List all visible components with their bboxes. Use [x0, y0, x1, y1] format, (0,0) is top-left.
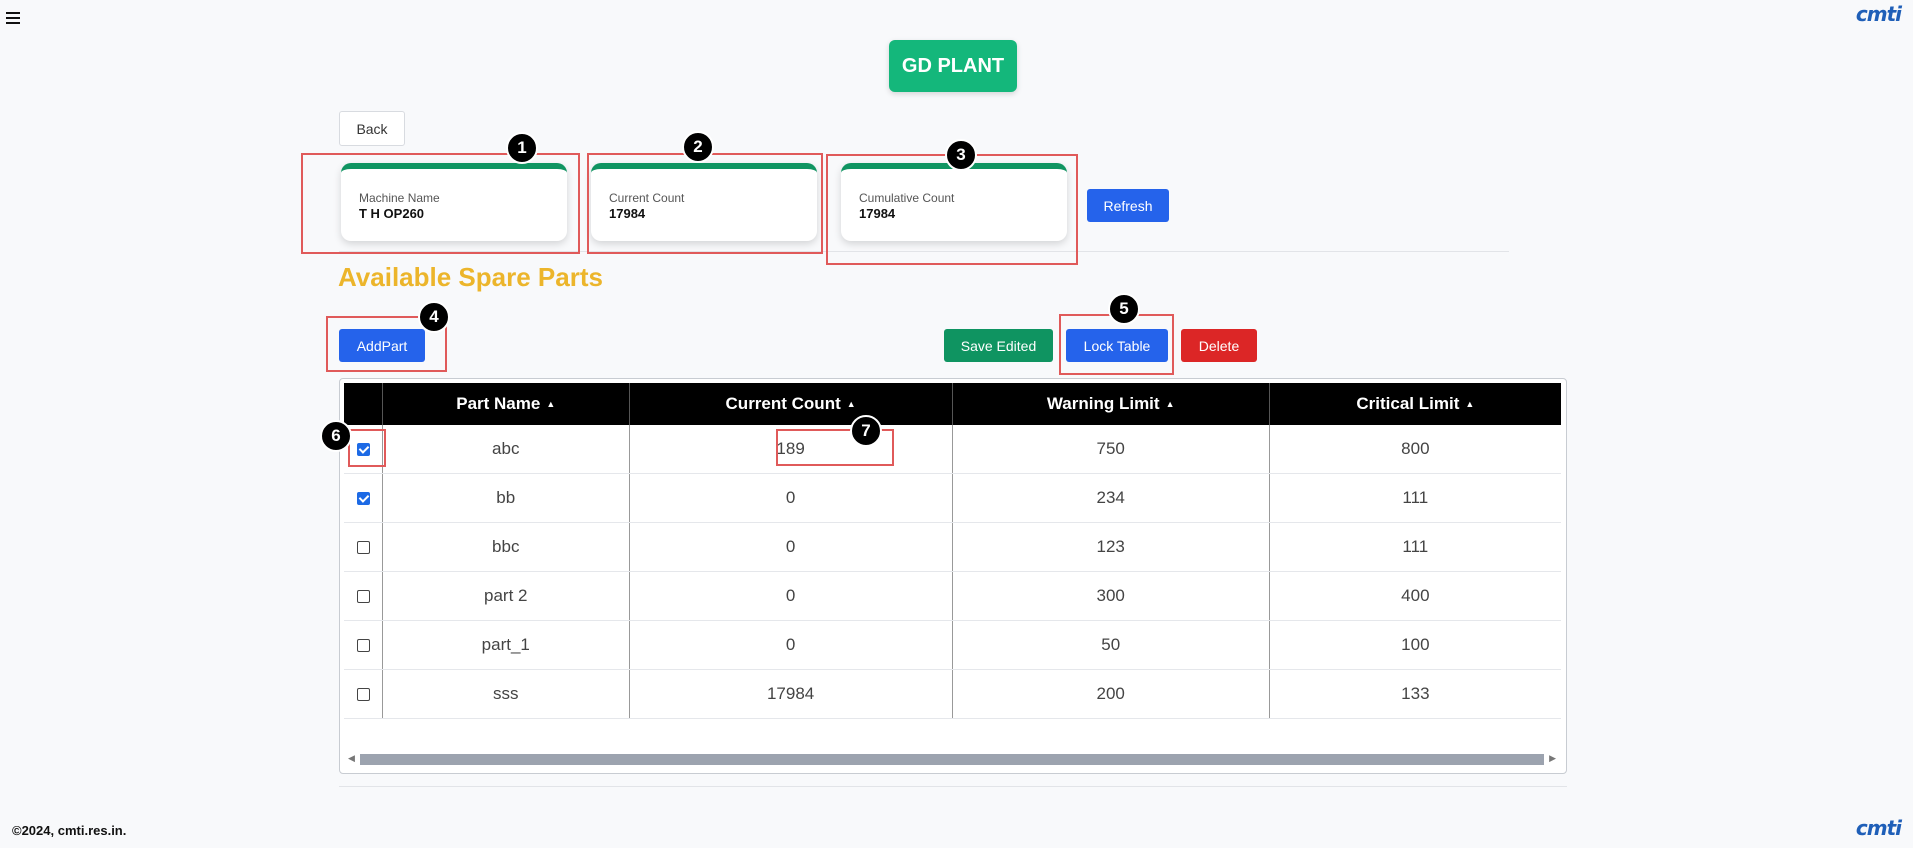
footer-copyright: ©2024, cmti.res.in.: [12, 823, 127, 838]
cell-warning-limit[interactable]: 200: [952, 669, 1270, 719]
row-checkbox[interactable]: [356, 590, 370, 604]
annotation-badge-6: 6: [320, 420, 352, 452]
table-header-row: Part Name ▲ Current Count ▲ Warning Limit ▲…: [344, 383, 1561, 425]
menu-icon[interactable]: [6, 12, 20, 24]
column-header-label: Warning Limit: [1046, 394, 1160, 413]
row-checkbox[interactable]: [356, 492, 370, 506]
cell-critical-limit[interactable]: 800: [1269, 425, 1561, 474]
sort-up-icon[interactable]: ▲: [1465, 399, 1474, 409]
annotation-badge-1: 1: [506, 132, 538, 164]
cell-part-name[interactable]: bbc: [382, 522, 630, 572]
cell-current-count[interactable]: 0: [629, 571, 953, 621]
scroll-left-icon[interactable]: ◀: [348, 753, 355, 764]
cell-warning-limit[interactable]: 50: [952, 620, 1270, 670]
column-header-current-count[interactable]: Current Count ▲: [629, 383, 953, 425]
row-select-cell: [344, 473, 383, 523]
cell-current-count[interactable]: 0: [629, 473, 953, 523]
annotation-box-3: [826, 154, 1078, 265]
row-checkbox[interactable]: [356, 688, 370, 702]
cell-current-count[interactable]: 0: [629, 522, 953, 572]
cell-part-name[interactable]: abc: [382, 425, 630, 474]
scroll-right-icon[interactable]: ▶: [1549, 753, 1556, 764]
annotation-box-6: [348, 429, 386, 467]
refresh-button[interactable]: Refresh: [1087, 189, 1169, 222]
column-header-warning-limit[interactable]: Warning Limit ▲: [952, 383, 1270, 425]
cell-part-name[interactable]: sss: [382, 669, 630, 719]
sort-up-icon[interactable]: ▲: [1166, 399, 1175, 409]
cell-warning-limit[interactable]: 750: [952, 425, 1270, 474]
plant-title: GD PLANT: [889, 40, 1017, 92]
annotation-box-2: [587, 153, 823, 254]
column-header-label: Part Name: [456, 394, 541, 413]
cell-warning-limit[interactable]: 123: [952, 522, 1270, 572]
annotation-box-1: [301, 153, 580, 254]
table-row[interactable]: bb 0 234 111: [344, 473, 1561, 523]
row-select-cell: [344, 571, 383, 621]
cmti-logo-footer: cmti: [1855, 816, 1902, 840]
annotation-badge-2: 2: [682, 131, 714, 163]
spare-parts-table: Part Name ▲ Current Count ▲ Warning Limit ▲…: [339, 378, 1567, 774]
horizontal-scrollbar[interactable]: ◀ ▶: [346, 753, 1558, 765]
back-button[interactable]: Back: [339, 111, 405, 146]
delete-button[interactable]: Delete: [1181, 329, 1257, 362]
annotation-badge-3: 3: [945, 139, 977, 171]
footer-divider: [339, 786, 1567, 787]
table-row[interactable]: sss 17984 200 133: [344, 669, 1561, 719]
table-row[interactable]: bbc 0 123 111: [344, 522, 1561, 572]
scrollbar-thumb[interactable]: [360, 754, 1544, 765]
select-column-header: [344, 383, 383, 425]
cell-critical-limit[interactable]: 111: [1269, 522, 1561, 572]
sort-up-icon[interactable]: ▲: [847, 399, 856, 409]
cell-part-name[interactable]: part_1: [382, 620, 630, 670]
cell-critical-limit[interactable]: 111: [1269, 473, 1561, 523]
cell-critical-limit[interactable]: 400: [1269, 571, 1561, 621]
cell-critical-limit[interactable]: 133: [1269, 669, 1561, 719]
column-header-part-name[interactable]: Part Name ▲: [382, 383, 630, 425]
cell-warning-limit[interactable]: 234: [952, 473, 1270, 523]
sort-up-icon[interactable]: ▲: [546, 399, 555, 409]
table-row[interactable]: abc 189 750 800: [344, 425, 1561, 474]
table-row[interactable]: part_1 0 50 100: [344, 620, 1561, 670]
cell-current-count[interactable]: 0: [629, 620, 953, 670]
row-checkbox[interactable]: [356, 639, 370, 653]
cell-part-name[interactable]: part 2: [382, 571, 630, 621]
cell-part-name[interactable]: bb: [382, 473, 630, 523]
column-header-critical-limit[interactable]: Critical Limit ▲: [1269, 383, 1561, 425]
annotation-badge-7: 7: [850, 415, 882, 447]
annotation-badge-5: 5: [1108, 293, 1140, 325]
cell-critical-limit[interactable]: 100: [1269, 620, 1561, 670]
row-select-cell: [344, 522, 383, 572]
column-header-label: Current Count: [725, 394, 841, 413]
table-row[interactable]: part 2 0 300 400: [344, 571, 1561, 621]
cell-warning-limit[interactable]: 300: [952, 571, 1270, 621]
column-header-label: Critical Limit: [1356, 394, 1460, 413]
cmti-logo: cmti: [1855, 2, 1902, 26]
row-checkbox[interactable]: [356, 541, 370, 555]
section-title: Available Spare Parts: [338, 262, 603, 292]
row-select-cell: [344, 620, 383, 670]
annotation-badge-4: 4: [418, 301, 450, 333]
row-select-cell: [344, 669, 383, 719]
save-edited-button[interactable]: Save Edited: [944, 329, 1053, 362]
cell-current-count[interactable]: 17984: [629, 669, 953, 719]
